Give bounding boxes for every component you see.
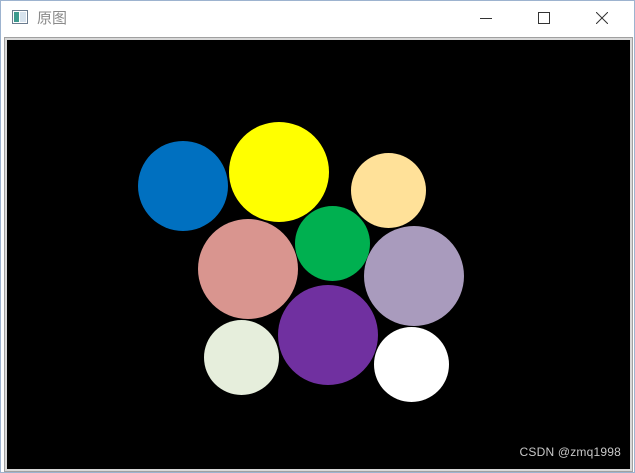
watermark: CSDN @zmq1998: [519, 445, 621, 459]
circle-purple: [278, 285, 378, 385]
app-window: 原图 CSDN @zmq1998: [0, 0, 635, 473]
title-bar[interactable]: 原图: [1, 1, 634, 35]
close-button[interactable]: [573, 1, 631, 35]
maximize-button[interactable]: [515, 1, 573, 35]
circle-lavender: [364, 226, 464, 326]
circle-pale-green: [204, 320, 279, 395]
window-app-icon: [12, 10, 28, 24]
image-canvas: CSDN @zmq1998: [7, 40, 630, 469]
circle-blue: [138, 141, 228, 231]
image-frame: CSDN @zmq1998: [4, 37, 633, 472]
maximize-icon: [538, 12, 550, 24]
circle-white: [374, 327, 449, 402]
close-icon: [596, 12, 608, 24]
window-title: 原图: [37, 9, 68, 27]
minimize-icon: [480, 18, 492, 19]
minimize-button[interactable]: [457, 1, 515, 35]
circle-green: [295, 206, 370, 281]
circle-light-orange: [351, 153, 426, 228]
circle-rose: [198, 219, 298, 319]
circle-yellow: [229, 122, 329, 222]
